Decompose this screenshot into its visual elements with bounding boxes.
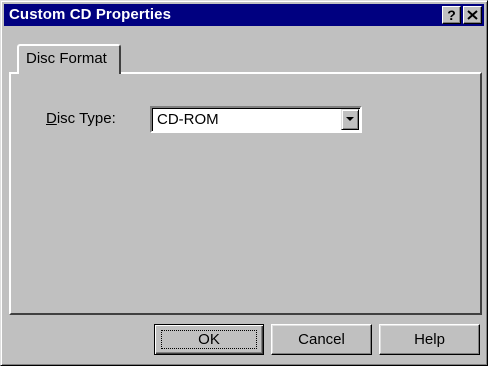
cancel-button[interactable]: Cancel [271, 324, 372, 355]
disc-type-select[interactable]: CD-ROM [150, 106, 362, 133]
help-title-button[interactable]: ? [442, 6, 461, 24]
tab-disc-format[interactable]: Disc Format [17, 44, 121, 74]
help-button[interactable]: Help [379, 324, 480, 355]
dialog-window: Custom CD Properties ? Disc Format Disc … [0, 0, 488, 366]
disc-type-label: Disc Type: [46, 110, 116, 128]
disc-type-value: CD-ROM [157, 111, 219, 128]
tab-label: Disc Format [26, 50, 107, 67]
ok-button[interactable]: OK [154, 324, 264, 355]
title-bar: Custom CD Properties ? [4, 4, 484, 26]
disc-type-label-mnemonic: D [46, 110, 57, 127]
disc-type-label-text: isc Type: [56, 110, 116, 127]
focus-rect [161, 330, 257, 349]
close-button[interactable] [463, 6, 482, 24]
window-title: Custom CD Properties [9, 6, 172, 23]
chevron-down-icon [346, 117, 354, 121]
dropdown-button[interactable] [341, 109, 359, 130]
